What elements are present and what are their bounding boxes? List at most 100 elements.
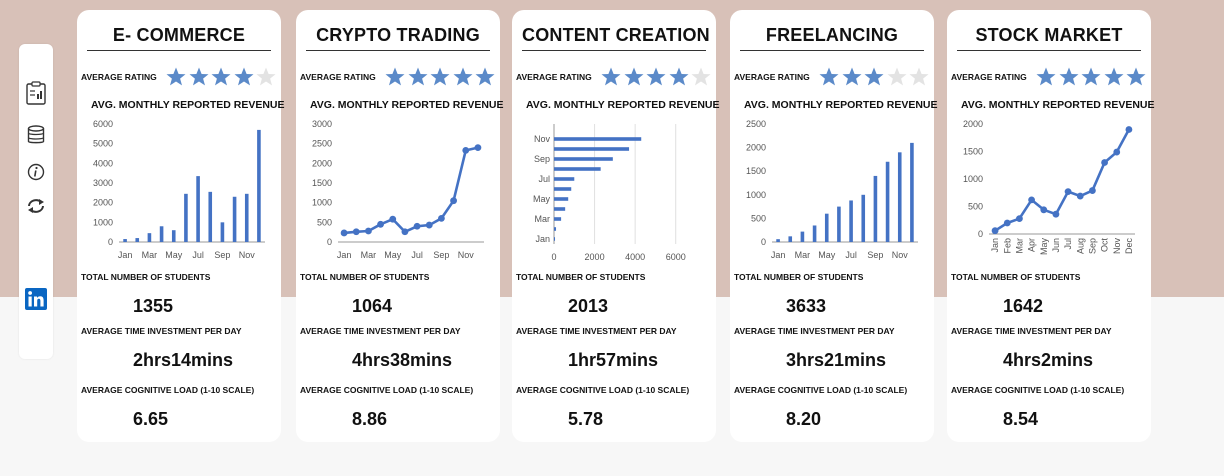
- cognitive-value: 8.20: [786, 409, 822, 429]
- chart-bar: [554, 187, 572, 191]
- time-label: AVERAGE TIME INVESTMENT PER DAY: [734, 326, 895, 336]
- linkedin-icon[interactable]: [25, 288, 47, 310]
- chart-bar: [554, 177, 575, 181]
- students-label: TOTAL NUMBER OF STUDENTS: [516, 272, 646, 282]
- star-filled-icon: [624, 67, 643, 86]
- rating-label: AVERAGE RATING: [300, 72, 376, 82]
- chart-title: AVG. MONTHLY REPORTED REVENUE: [961, 99, 1155, 111]
- x-tick-label: Nov: [239, 250, 256, 260]
- chart-point: [462, 146, 470, 154]
- star-filled-icon: [864, 67, 884, 86]
- cognitive-label: AVERAGE COGNITIVE LOAD (1-10 SCALE): [734, 385, 908, 395]
- chart-bar: [232, 196, 237, 242]
- cognitive-label: AVERAGE COGNITIVE LOAD (1-10 SCALE): [516, 385, 690, 395]
- refresh-icon[interactable]: [25, 195, 47, 217]
- chart-bar: [812, 225, 817, 242]
- rating-label: AVERAGE RATING: [516, 72, 592, 82]
- chart-point: [1113, 148, 1121, 156]
- chart-bar: [159, 226, 164, 242]
- database-icon[interactable]: [25, 124, 47, 146]
- chart-point: [401, 228, 409, 236]
- chart-bar: [554, 207, 566, 211]
- star-filled-icon: [1036, 67, 1056, 86]
- star-filled-icon: [408, 67, 427, 86]
- clipboard-report-icon[interactable]: [25, 81, 47, 105]
- chart-bar: [861, 194, 866, 242]
- x-tick-label: Feb: [1002, 238, 1012, 254]
- students-label: TOTAL NUMBER OF STUDENTS: [81, 272, 211, 282]
- course-card-crypto: CRYPTO TRADING AVERAGE RATING AVG. MONTH…: [296, 10, 504, 442]
- cognitive-value: 5.78: [568, 409, 604, 429]
- y-tick-label: Jul: [538, 174, 550, 184]
- chart-point: [1028, 196, 1035, 204]
- star-empty-icon: [887, 67, 906, 86]
- x-tick-label: Mar: [142, 250, 158, 260]
- x-tick-label: Sep: [1087, 238, 1097, 254]
- time-value: 4hrs38mins: [352, 350, 453, 370]
- chart-bar: [824, 213, 829, 242]
- star-filled-icon: [385, 67, 405, 86]
- sidebar: [19, 44, 53, 359]
- chart-bar: [554, 157, 613, 161]
- students-value: 2013: [568, 296, 609, 316]
- x-tick-label: May: [165, 250, 183, 260]
- time-value: 1hr57mins: [568, 350, 659, 370]
- star-filled-icon: [1126, 67, 1146, 86]
- x-tick-label: May: [818, 250, 836, 260]
- x-tick-label: Jul: [845, 250, 857, 260]
- chart-bar: [135, 238, 140, 242]
- chart-title: AVG. MONTHLY REPORTED REVENUE: [310, 99, 504, 111]
- x-tick-label: May: [384, 250, 402, 260]
- chart-point: [450, 197, 457, 205]
- time-label: AVERAGE TIME INVESTMENT PER DAY: [300, 326, 461, 336]
- x-tick-label: Sep: [867, 250, 883, 260]
- chart-bar: [873, 175, 878, 242]
- y-tick-label: Mar: [535, 214, 551, 224]
- x-tick-label: Mar: [1014, 238, 1024, 254]
- cognitive-label: AVERAGE COGNITIVE LOAD (1-10 SCALE): [300, 385, 474, 395]
- chart-bar: [184, 193, 188, 242]
- chart-point: [1064, 188, 1072, 196]
- x-tick-label: 0: [551, 252, 556, 262]
- info-icon[interactable]: [25, 161, 47, 183]
- cognitive-value: 8.54: [1003, 409, 1039, 429]
- time-value: 2hrs14mins: [133, 350, 234, 370]
- x-tick-label: Jan: [337, 250, 352, 260]
- y-tick-label: 1000: [93, 217, 113, 227]
- chart-point: [1125, 126, 1133, 133]
- star-filled-icon: [475, 67, 495, 86]
- y-tick-label: 1500: [963, 147, 983, 157]
- cognitive-label: AVERAGE COGNITIVE LOAD (1-10 SCALE): [81, 385, 255, 395]
- chart-bar: [554, 237, 556, 241]
- chart-bar: [849, 200, 853, 242]
- course-card-content-creation: CONTENT CREATION AVERAGE RATING AVG. MON…: [512, 10, 720, 442]
- star-rating: [1035, 66, 1148, 88]
- chart-bar: [554, 167, 601, 171]
- time-value: 4hrs2mins: [1003, 350, 1094, 370]
- chart-point: [365, 227, 372, 235]
- course-card-freelancing: FREELANCING AVERAGE RATING AVG. MONTHLY …: [730, 10, 938, 442]
- y-tick-label: 1500: [746, 166, 766, 176]
- y-tick-label: 5000: [93, 139, 113, 149]
- star-filled-icon: [601, 67, 621, 86]
- students-value: 1064: [352, 296, 393, 316]
- chart-point: [1016, 215, 1023, 222]
- chart-title: AVG. MONTHLY REPORTED REVENUE: [744, 99, 938, 111]
- x-tick-label: 6000: [666, 252, 686, 262]
- cognitive-value: 8.86: [352, 409, 388, 429]
- rating-label: AVERAGE RATING: [734, 72, 810, 82]
- y-tick-label: 6000: [93, 119, 113, 129]
- chart-point: [1052, 210, 1060, 218]
- y-tick-label: Nov: [534, 134, 551, 144]
- chart-point: [438, 215, 445, 222]
- students-label: TOTAL NUMBER OF STUDENTS: [300, 272, 430, 282]
- x-tick-label: Apr: [1027, 238, 1037, 252]
- y-tick-label: 1000: [746, 190, 766, 200]
- course-card-stock-market: STOCK MARKET AVERAGE RATING AVG. MONTHLY…: [947, 10, 1155, 442]
- chart-bar: [885, 161, 890, 242]
- cognitive-value: 6.65: [133, 409, 169, 429]
- students-value: 3633: [786, 296, 827, 316]
- chart-bar: [257, 129, 261, 242]
- y-tick-label: 500: [317, 217, 332, 227]
- chart-point: [352, 228, 360, 236]
